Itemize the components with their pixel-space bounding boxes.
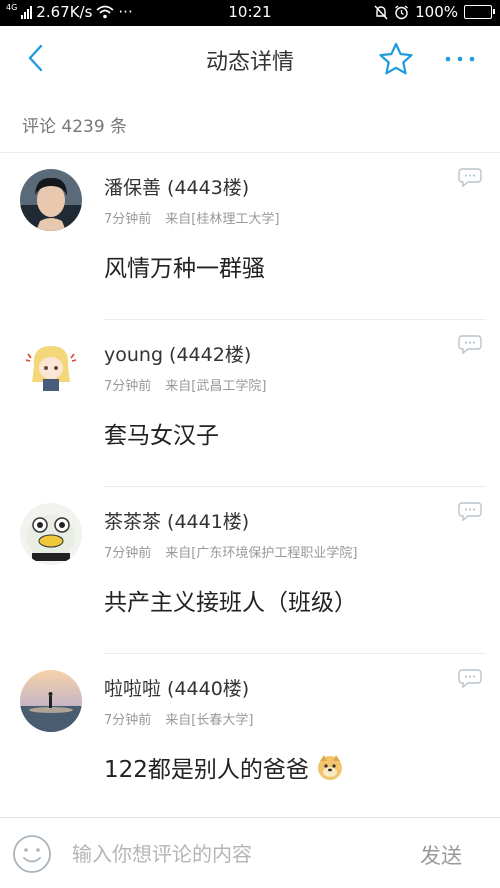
comment-body: 122都是别人的爸爸 [104,750,344,784]
avatar-beach-sunset [20,670,82,732]
comment-source: 来自[桂林理工大学] [165,212,280,227]
commenter-name[interactable]: 茶茶茶 (4441楼) [104,507,249,534]
commenter-name[interactable]: young (4442楼) [104,340,251,367]
mute-bell-icon [374,5,388,19]
comment-meta: 7分钟前 来自[广东环境保护工程职业学院] [104,542,357,561]
status-bar: 4G 2.67K/s ··· 10:21 100% [0,0,500,26]
comment-body: 风情万种一群骚 [104,256,265,282]
comment-time: 7分钟前 [104,212,152,227]
comment-meta: 7分钟前 来自[长春大学] [104,709,253,728]
title-bar: 动态详情 [0,26,500,92]
comment-time: 7分钟前 [104,713,152,728]
comment-meta: 7分钟前 来自[武昌工学院] [104,375,266,394]
comment-source: 来自[武昌工学院] [165,379,267,394]
avatar-cartoon-face [20,503,82,565]
more-dots-icon[interactable] [440,44,480,74]
commenter-name[interactable]: 潘保善 (4443楼) [104,173,249,200]
comment-item[interactable]: young (4442楼) 7分钟前 来自[武昌工学院] 套马女汉子 [0,320,500,487]
avatar[interactable] [20,503,82,565]
avatar[interactable] [20,336,82,398]
comment-item[interactable]: 潘保善 (4443楼) 7分钟前 来自[桂林理工大学] 风情万种一群骚 [0,153,500,320]
reply-bubble-icon[interactable] [458,334,482,356]
battery-percent: 100% [415,3,458,21]
comment-input[interactable] [72,838,392,870]
comment-item[interactable]: 啦啦啦 (4440楼) 7分钟前 来自[长春大学] 122都是别人的爸爸 [0,654,500,821]
comment-body: 套马女汉子 [104,423,219,449]
avatar[interactable] [20,670,82,732]
reply-bubble-icon[interactable] [458,167,482,189]
avatar[interactable] [20,169,82,231]
commenter-name[interactable]: 啦啦啦 (4440楼) [104,674,249,701]
comment-body: 共产主义接班人（班级） [104,590,357,616]
comment-meta: 7分钟前 来自[桂林理工大学] [104,208,279,227]
reply-bubble-icon[interactable] [458,668,482,690]
status-right: 100% [374,3,495,21]
comment-item[interactable]: 茶茶茶 (4441楼) 7分钟前 来自[广东环境保护工程职业学院] 共产主义接班人… [0,487,500,654]
comment-body-text: 122都是别人的爸爸 [104,757,309,783]
comment-source: 来自[长春大学] [165,713,254,728]
send-button[interactable]: 发送 [420,840,462,870]
comment-compose-bar: 发送 [0,817,500,888]
page-title: 动态详情 [205,50,294,75]
comment-time: 7分钟前 [104,379,152,394]
alarm-icon [395,4,409,19]
battery-icon [464,5,495,19]
smiley-icon[interactable] [12,834,52,874]
reply-bubble-icon[interactable] [458,501,482,523]
comment-time: 7分钟前 [104,546,152,561]
avatar-photo-boy [20,169,82,231]
star-icon[interactable] [376,40,416,78]
doge-emoji [318,755,343,780]
comment-count: 评论 4239 条 [22,117,128,137]
avatar-anime-girl [20,336,82,398]
comment-source: 来自[广东环境保护工程职业学院] [165,546,358,561]
